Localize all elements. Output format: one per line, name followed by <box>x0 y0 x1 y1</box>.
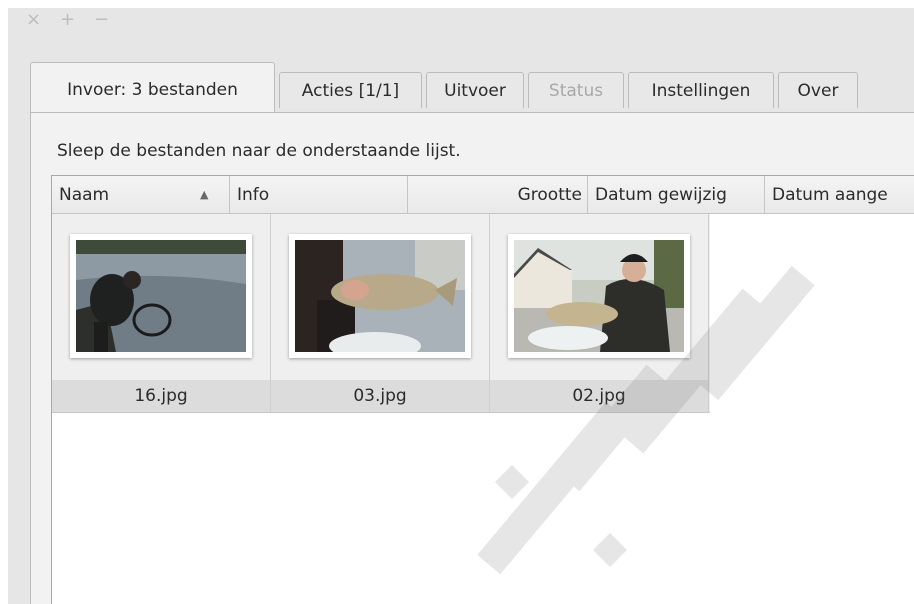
input-panel: Sleep de bestanden naar de onderstaande … <box>30 112 914 604</box>
column-name[interactable]: Naam ▲ <box>52 176 230 214</box>
file-item[interactable]: 03.jpg <box>271 214 490 412</box>
tab-uitvoer[interactable]: Uitvoer <box>426 72 524 108</box>
tab-status: Status <box>528 72 624 108</box>
close-icon[interactable]: × <box>26 8 41 32</box>
title-bar: × + − <box>8 8 914 40</box>
tab-acties[interactable]: Acties [1/1] <box>279 72 422 108</box>
tab-invoer[interactable]: Invoer: 3 bestanden <box>30 62 275 112</box>
file-list[interactable]: Naam ▲ Info Grootte Datum gewijzig Datum… <box>51 175 914 604</box>
thumbnail-frame <box>508 234 690 358</box>
app-window: × + − Invoer: 3 bestanden Acties [1/1] U… <box>8 8 914 604</box>
column-created[interactable]: Datum aange <box>765 176 914 214</box>
file-item[interactable]: 02.jpg <box>490 214 709 412</box>
drop-hint: Sleep de bestanden naar de onderstaande … <box>57 141 461 161</box>
minus-icon[interactable]: − <box>94 8 109 32</box>
list-header: Naam ▲ Info Grootte Datum gewijzig Datum… <box>52 176 914 214</box>
column-modified[interactable]: Datum gewijzig <box>588 176 765 214</box>
file-item[interactable]: 16.jpg <box>52 214 271 412</box>
thumbnail-frame <box>70 234 252 358</box>
photo-thumbnail <box>295 240 465 352</box>
photo-thumbnail <box>514 240 684 352</box>
file-name: 03.jpg <box>271 380 489 412</box>
file-name: 02.jpg <box>490 380 708 412</box>
column-size[interactable]: Grootte <box>408 176 588 214</box>
column-name-label: Naam <box>59 185 110 205</box>
thumbnail-frame <box>289 234 471 358</box>
sort-ascending-icon: ▲ <box>200 188 209 201</box>
tab-over[interactable]: Over <box>778 72 858 108</box>
file-name: 16.jpg <box>52 380 270 412</box>
column-info[interactable]: Info <box>230 176 408 214</box>
photo-thumbnail <box>76 240 246 352</box>
thumbnail-grid: 16.jpg 03.jpg 02.jpg <box>52 214 710 413</box>
tab-instellingen[interactable]: Instellingen <box>628 72 774 108</box>
plus-icon[interactable]: + <box>60 8 75 32</box>
tab-bar: Invoer: 3 bestanden Acties [1/1] Uitvoer… <box>30 62 914 112</box>
